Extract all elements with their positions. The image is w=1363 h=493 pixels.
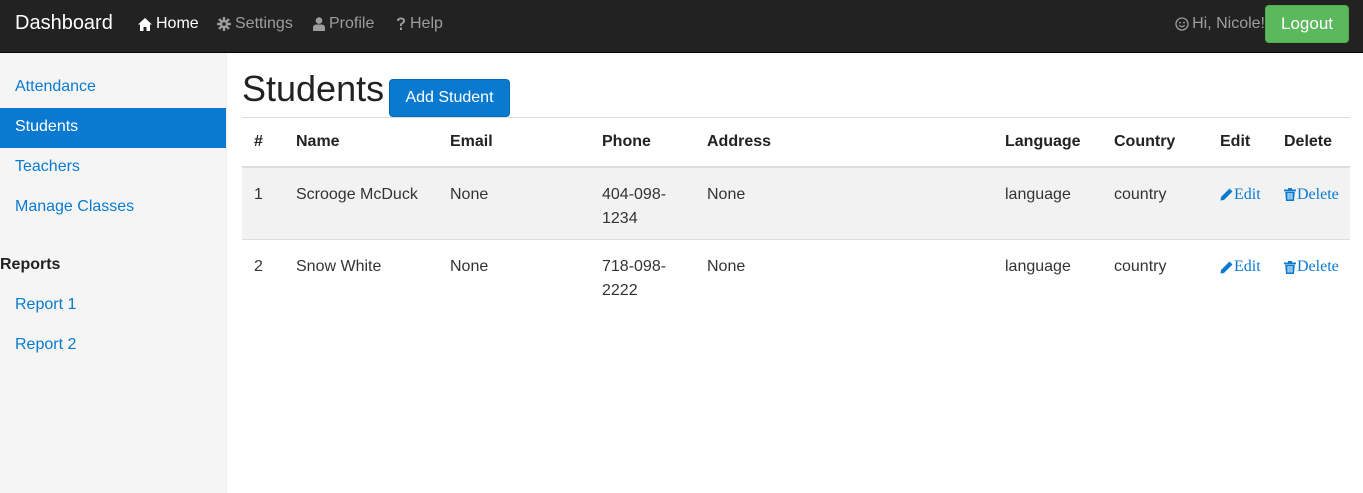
cell-phone: 404-098- 1234 (602, 166, 707, 240)
cell-name: Scrooge McDuck (296, 166, 450, 240)
cell-phone: 718-098- 2222 (602, 239, 707, 313)
phone-line-2: 2222 (602, 282, 638, 299)
nav-settings[interactable]: Settings (217, 15, 293, 33)
column-header-email: Email (450, 117, 602, 168)
cell-delete: Delete (1284, 239, 1350, 313)
column-header-number: # (242, 117, 296, 168)
pencil-icon (1220, 188, 1233, 201)
column-header-phone: Phone (602, 117, 707, 168)
trash-icon (1284, 260, 1296, 274)
table-row: 1 Scrooge McDuck None 404-098- 1234 None … (242, 166, 1350, 240)
column-header-address: Address (707, 117, 1005, 168)
nav-home-label: Home (156, 15, 199, 32)
column-header-country: Country (1114, 117, 1220, 168)
column-header-language: Language (1005, 117, 1114, 168)
phone-line-1: 718-098- (602, 258, 667, 275)
question-icon (397, 17, 405, 30)
sidebar: Attendance Students Teachers Manage Clas… (0, 53, 227, 493)
gear-icon (217, 17, 231, 31)
column-header-edit: Edit (1220, 117, 1284, 168)
delete-link[interactable]: Delete (1284, 255, 1339, 279)
column-header-delete: Delete (1284, 117, 1350, 168)
nav-help-label: Help (410, 15, 443, 32)
cell-email: None (450, 166, 602, 240)
nav-profile[interactable]: Profile (313, 15, 374, 33)
sidebar-item-students[interactable]: Students (0, 108, 226, 148)
phone-line-1: 404-098- (602, 185, 667, 203)
edit-label: Edit (1234, 258, 1261, 275)
students-table: # Name Email Phone Address Language Coun… (242, 117, 1350, 313)
cell-address: None (707, 166, 1005, 240)
nav-settings-label: Settings (235, 15, 293, 32)
cell-country: country (1114, 239, 1220, 313)
cell-language: language (1005, 166, 1114, 240)
user-icon (313, 17, 325, 31)
edit-link[interactable]: Edit (1220, 255, 1261, 279)
greeting-text: Hi, Nicole! (1192, 15, 1265, 32)
delete-label: Delete (1297, 185, 1339, 203)
sidebar-reports-heading: Reports (0, 256, 61, 273)
cell-number: 1 (242, 166, 296, 240)
user-greeting: Hi, Nicole! (1175, 15, 1265, 33)
cell-language: language (1005, 239, 1114, 313)
sidebar-item-teachers[interactable]: Teachers (0, 148, 226, 188)
cell-edit: Edit (1220, 239, 1284, 313)
table-row: 2 Snow White None 718-098- 2222 None lang… (242, 239, 1350, 313)
brand-link[interactable]: Dashboard (15, 12, 113, 35)
cell-number: 2 (242, 239, 296, 313)
add-student-button[interactable]: Add Student (389, 79, 510, 117)
page-title: Students (242, 68, 385, 109)
delete-label: Delete (1297, 258, 1339, 275)
cell-email: None (450, 239, 602, 313)
cell-country: country (1114, 166, 1220, 240)
pencil-icon (1220, 261, 1233, 273)
trash-icon (1284, 188, 1296, 201)
phone-line-2: 1234 (602, 209, 638, 227)
nav-home[interactable]: Home (138, 15, 199, 33)
cell-delete: Delete (1284, 166, 1350, 240)
delete-link[interactable]: Delete (1284, 183, 1339, 207)
table-header-row: # Name Email Phone Address Language Coun… (242, 117, 1350, 168)
logout-button[interactable]: Logout (1265, 5, 1349, 43)
edit-link[interactable]: Edit (1220, 183, 1261, 207)
cell-edit: Edit (1220, 166, 1284, 240)
nav-help[interactable]: Help (396, 15, 443, 33)
column-header-name: Name (296, 117, 450, 168)
smile-icon (1175, 17, 1189, 31)
sidebar-item-attendance[interactable]: Attendance (0, 68, 226, 108)
cell-address: None (707, 239, 1005, 313)
sidebar-item-report-1[interactable]: Report 1 (0, 286, 226, 326)
cell-name: Snow White (296, 239, 450, 313)
sidebar-item-manage-classes[interactable]: Manage Classes (0, 188, 226, 228)
top-navbar: Dashboard Home Settings Profile Help Hi,… (0, 0, 1363, 53)
home-icon (138, 17, 152, 31)
nav-profile-label: Profile (329, 15, 375, 32)
edit-label: Edit (1234, 185, 1261, 203)
sidebar-item-report-2[interactable]: Report 2 (0, 326, 226, 366)
